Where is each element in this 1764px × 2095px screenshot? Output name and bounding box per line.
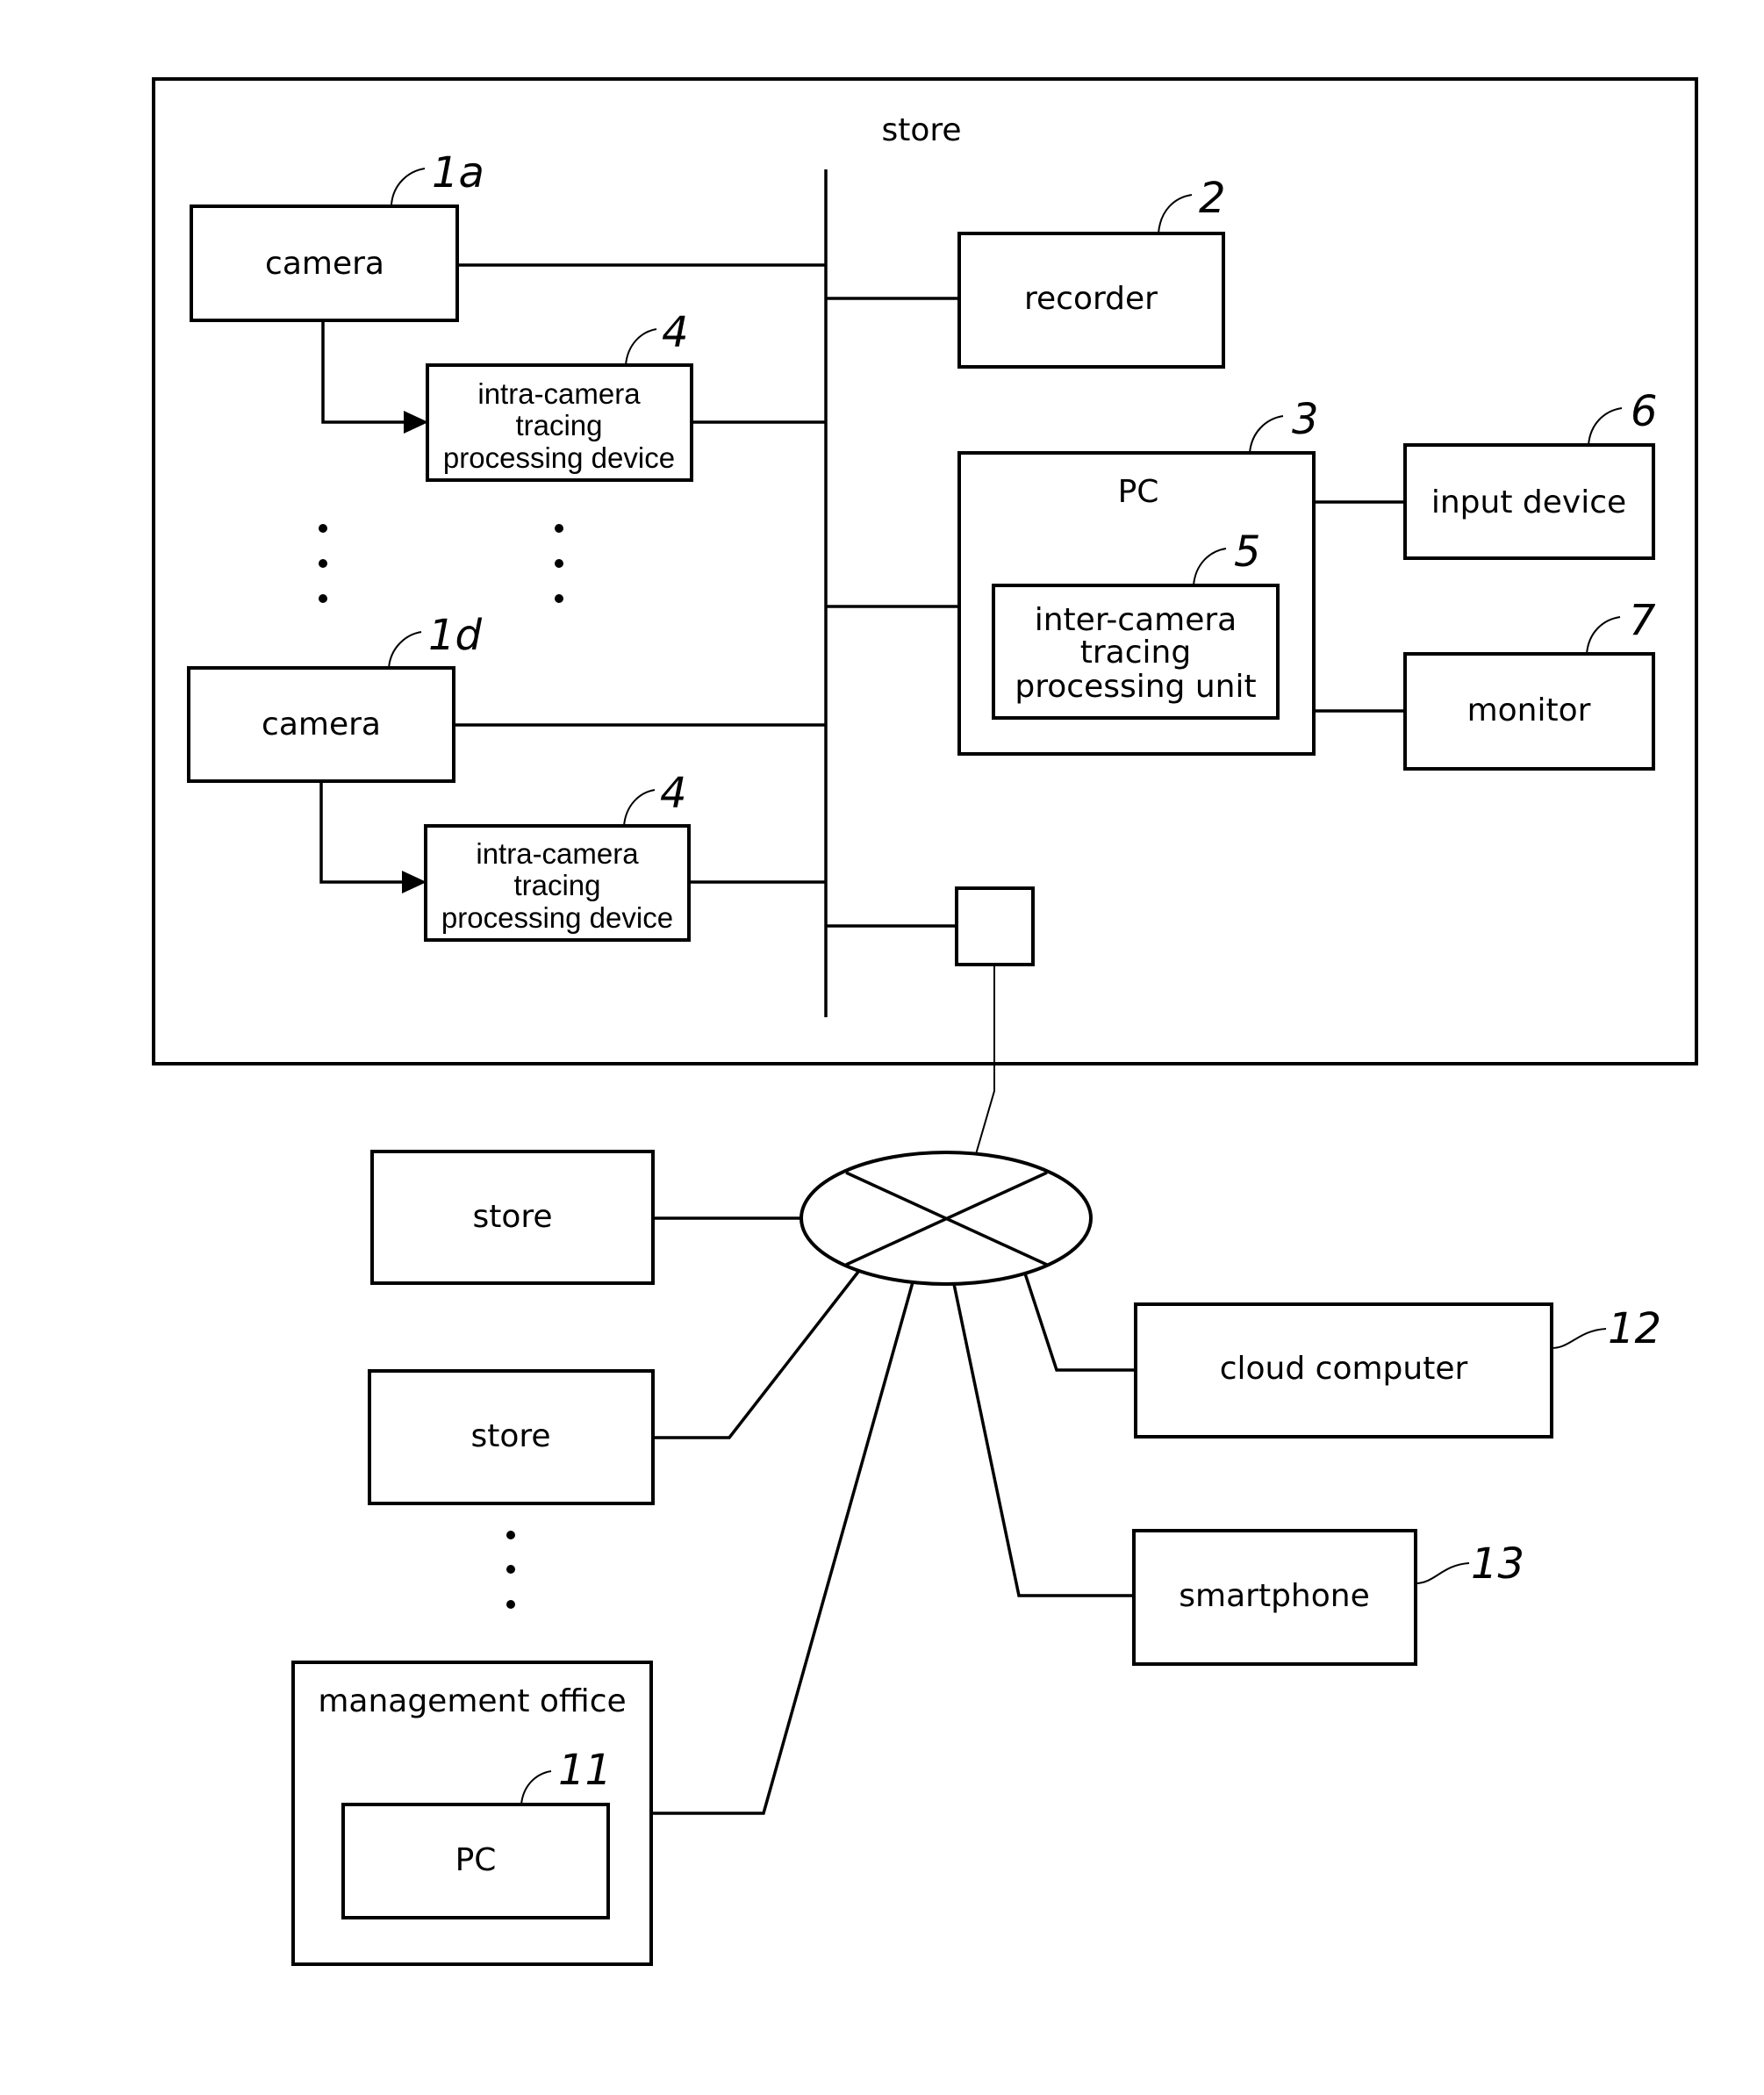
ellipsis-dot xyxy=(506,1565,515,1574)
camera-1a-ref: 1a xyxy=(432,148,484,197)
cloud-computer-ref: 12 xyxy=(1608,1304,1661,1353)
ellipsis-dot xyxy=(319,594,327,603)
ellipsis-dot xyxy=(506,1600,515,1609)
camera-1d-ref: 1d xyxy=(428,611,483,660)
intra-device-2-line-2: tracing xyxy=(513,869,600,901)
management-office-link xyxy=(651,1281,914,1815)
cloud-computer-label: cloud computer xyxy=(1220,1351,1468,1387)
camera-1d-label: camera xyxy=(262,707,381,743)
pc-office-ref: 11 xyxy=(558,1746,612,1795)
recorder-ref: 2 xyxy=(1199,174,1226,223)
pc-office-label: PC xyxy=(455,1842,497,1878)
input-device-label: input device xyxy=(1431,484,1626,520)
store-container-label: store xyxy=(881,112,961,148)
pc-store-label: PC xyxy=(1118,474,1159,510)
management-office-label: management office xyxy=(318,1683,626,1719)
intra-device-2-line-3: processing device xyxy=(441,901,673,934)
ellipsis-dot xyxy=(506,1531,515,1539)
inter-unit-line-1: inter-camera xyxy=(1035,602,1237,638)
intra-device-2-line-1: intra-camera xyxy=(476,837,639,870)
pc-store-ref: 3 xyxy=(1292,395,1319,444)
other-store-2-label: store xyxy=(470,1418,550,1454)
inter-unit-line-3: processing unit xyxy=(1015,669,1256,705)
router-box[interactable] xyxy=(955,886,1035,966)
monitor-label: monitor xyxy=(1467,692,1591,728)
inter-unit-ref: 5 xyxy=(1234,527,1261,577)
ellipsis-dot xyxy=(319,524,327,533)
ellipsis-dot xyxy=(319,559,327,568)
network-icon xyxy=(800,1151,1093,1286)
intra-device-1-line-3: processing device xyxy=(443,441,675,474)
other-store-2-link xyxy=(653,1270,860,1439)
ellipsis-dot xyxy=(555,524,563,533)
inter-unit-line-2: tracing xyxy=(1080,635,1191,671)
intra-device-1-line-1: intra-camera xyxy=(477,377,641,410)
intra-device-2-ref: 4 xyxy=(660,769,687,818)
recorder-label: recorder xyxy=(1024,281,1158,317)
monitor-ref: 7 xyxy=(1629,596,1656,645)
intra-device-1-line-2: tracing xyxy=(515,409,602,441)
ellipsis-dot xyxy=(555,594,563,603)
intra-device-1-ref: 4 xyxy=(662,308,689,357)
smartphone-leader xyxy=(1415,1562,1470,1584)
smartphone-ref: 13 xyxy=(1471,1539,1524,1589)
input-device-ref: 6 xyxy=(1631,387,1658,436)
cloud-computer-leader xyxy=(1551,1328,1607,1349)
ellipsis-dot xyxy=(555,559,563,568)
cloud-computer-link xyxy=(1023,1273,1136,1372)
system-diagram: store camera 1a intra-camera tracing pro… xyxy=(152,77,1698,1966)
smartphone-label: smartphone xyxy=(1179,1578,1369,1614)
camera-1a-label: camera xyxy=(265,246,384,282)
other-store-1-label: store xyxy=(472,1199,552,1235)
